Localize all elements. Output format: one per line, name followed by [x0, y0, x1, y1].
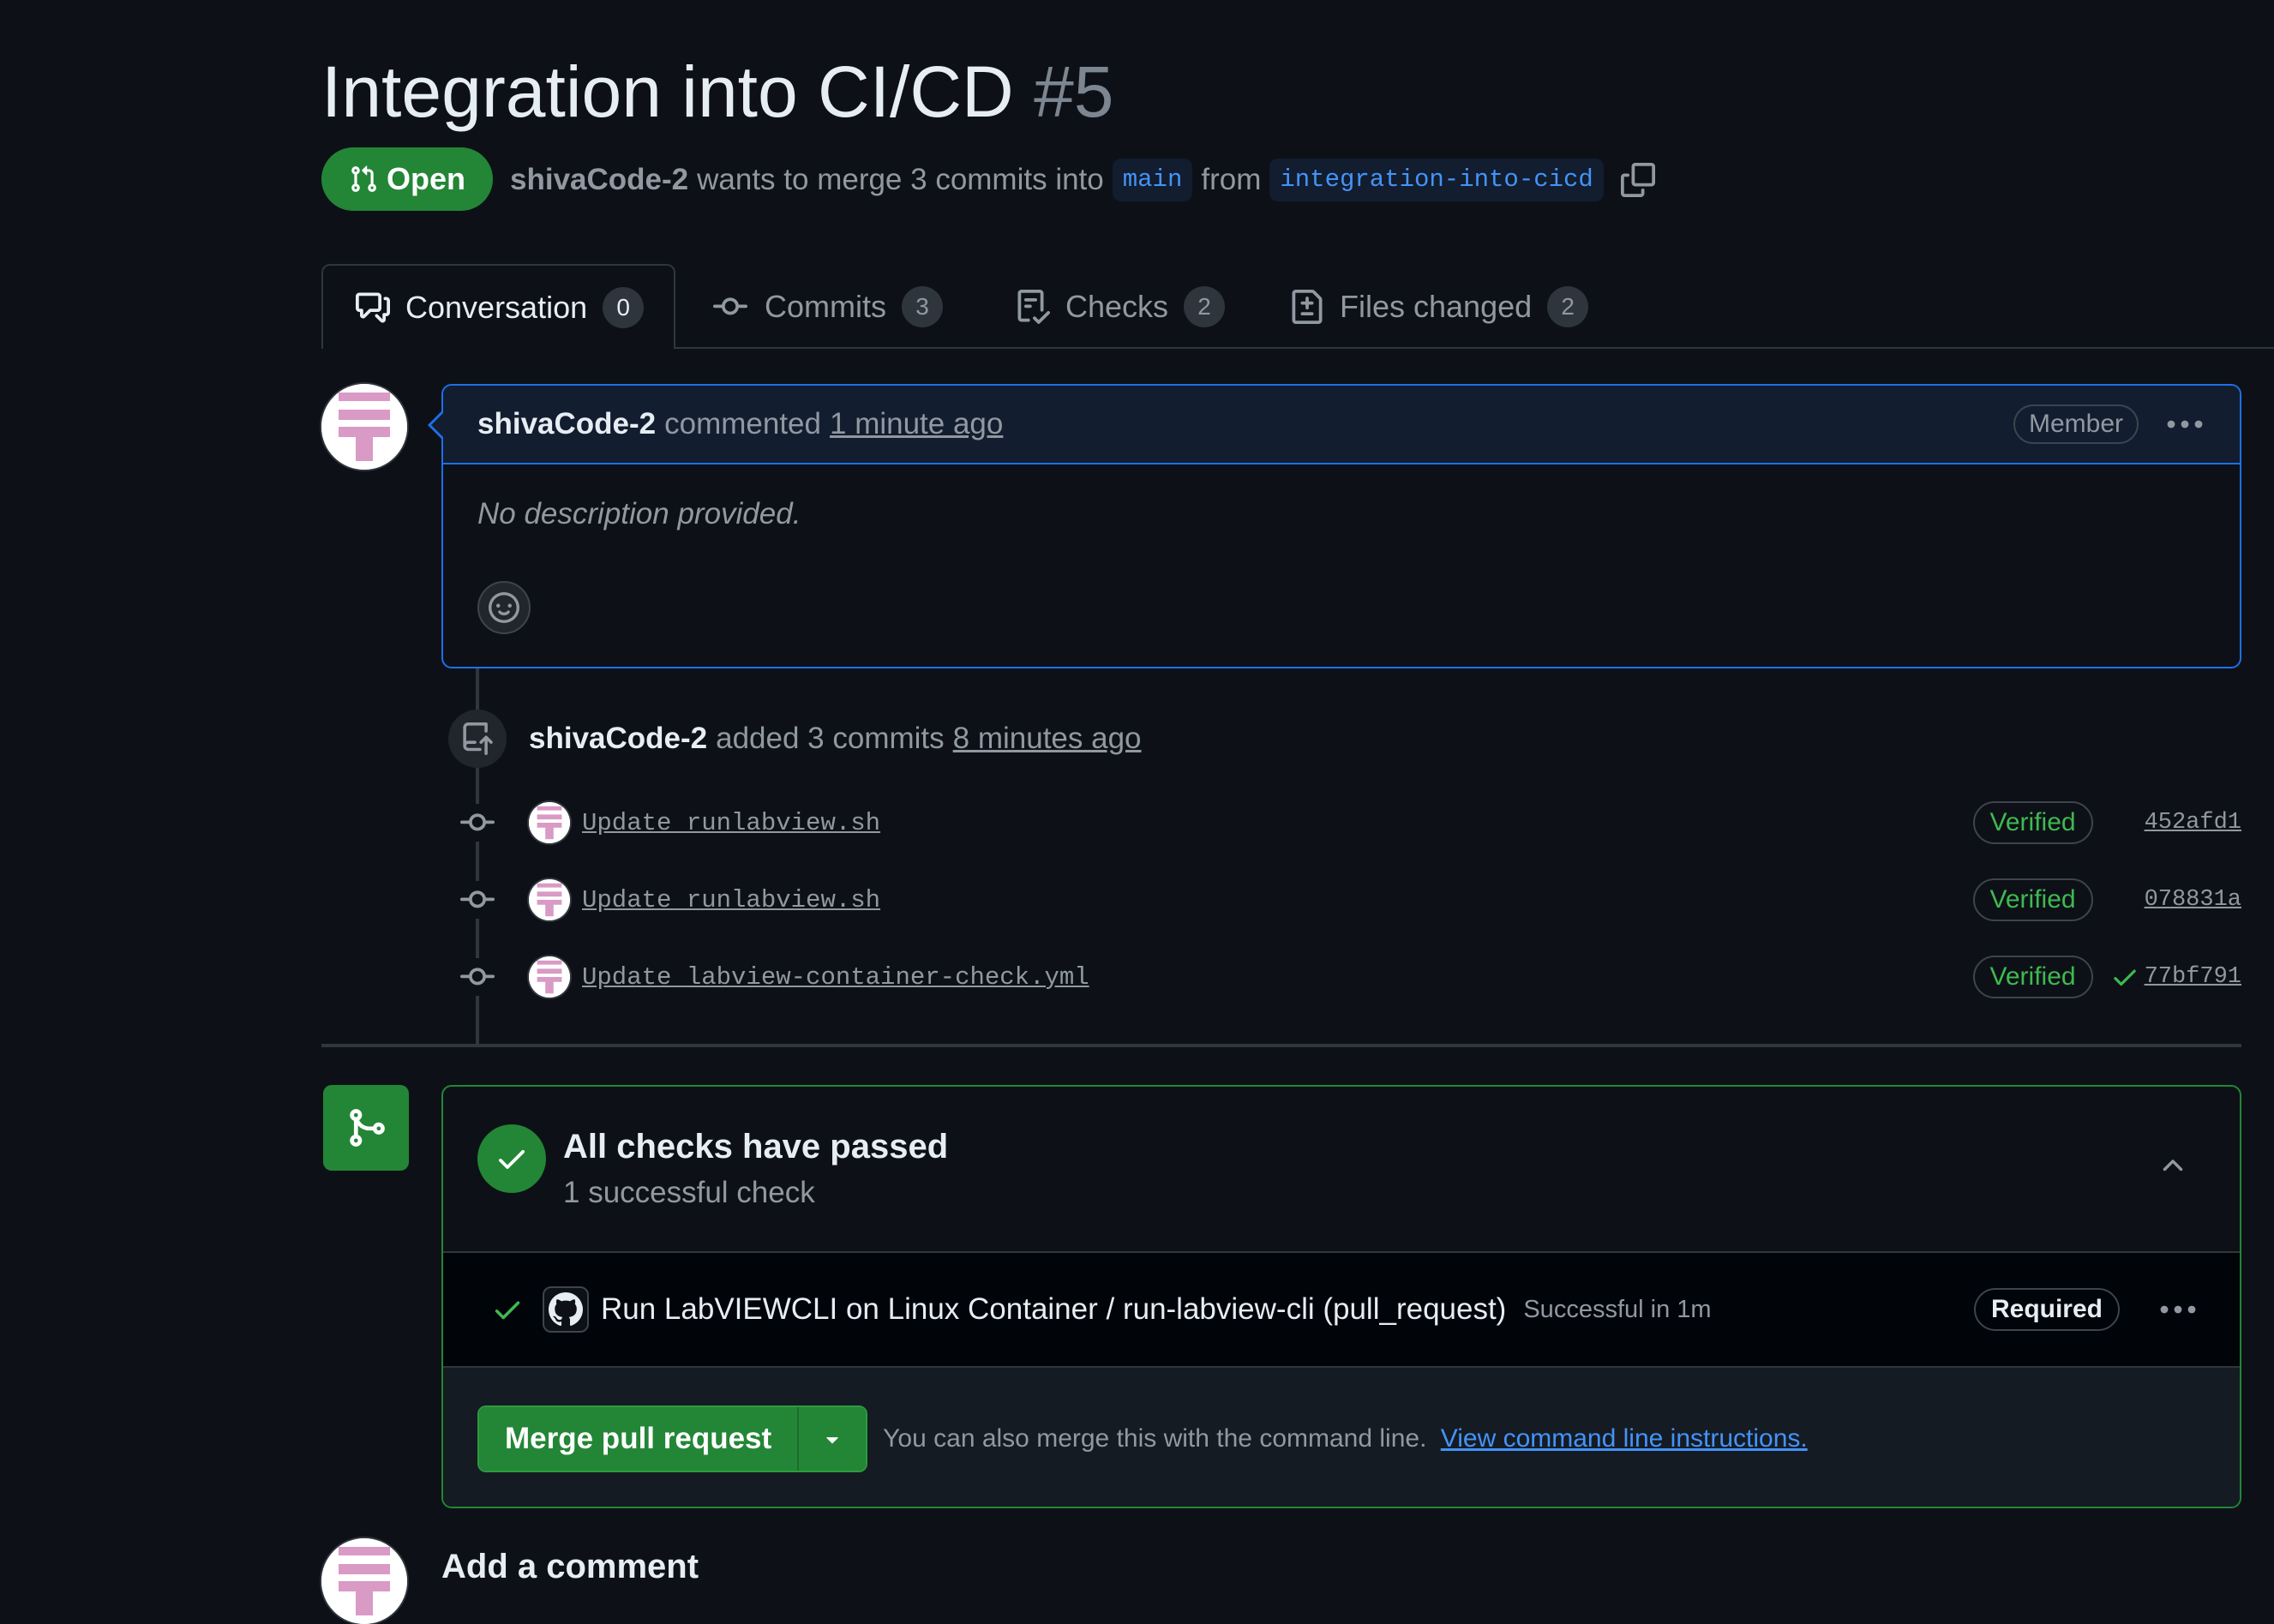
- tab-commits[interactable]: Commits 3: [711, 264, 943, 349]
- smiley-icon: [489, 592, 519, 623]
- tab-checks[interactable]: Checks 2: [1016, 264, 1226, 349]
- commit-status-check-icon[interactable]: [2105, 962, 2145, 992]
- head-branch[interactable]: integration-into-cicd: [1269, 159, 1604, 201]
- chevron-up-icon: [2157, 1150, 2188, 1181]
- collapse-checks-button[interactable]: [2157, 1150, 2188, 1181]
- commit-message-link[interactable]: Update runlabview.sh: [582, 886, 880, 914]
- merge-method-dropdown-button[interactable]: [799, 1407, 867, 1471]
- checklist-icon: [1016, 289, 1050, 324]
- tab-conversation-count: 0: [603, 286, 645, 328]
- tab-files-changed-label: Files changed: [1340, 288, 1533, 324]
- checks-subtitle: 1 successful check: [563, 1176, 815, 1209]
- tab-files-changed[interactable]: Files changed 2: [1290, 264, 1589, 349]
- tab-conversation-label: Conversation: [405, 289, 588, 325]
- commit-row: Update labview-container-check.yml Verif…: [459, 951, 2241, 1003]
- commit-row: Update runlabview.sh Verified 078831a: [459, 874, 2241, 926]
- comment-action: commented: [664, 407, 821, 440]
- check-success-icon: [491, 1293, 524, 1326]
- tab-commits-count: 3: [902, 285, 943, 327]
- tab-files-changed-count: 2: [1547, 285, 1589, 327]
- pr-title: Integration into CI/CD #5: [321, 45, 1114, 139]
- avatar[interactable]: [321, 384, 407, 470]
- avatar[interactable]: [321, 1538, 407, 1624]
- github-logo-icon: [543, 1286, 589, 1333]
- command-line-instructions-link[interactable]: View command line instructions.: [1441, 1424, 1808, 1453]
- pr-meta: shivaCode-2 wants to merge 3 commits int…: [510, 154, 1655, 206]
- commit-sha-link[interactable]: 77bf791: [2145, 964, 2241, 990]
- git-commit-icon: [459, 958, 496, 996]
- commit-sha-link[interactable]: 078831a: [2145, 887, 2241, 913]
- kebab-horizontal-icon[interactable]: [2164, 416, 2205, 433]
- pr-title-text: Integration into CI/CD: [321, 51, 1014, 132]
- git-commit-icon: [459, 804, 496, 842]
- check-circle-icon: [477, 1124, 546, 1193]
- check-run-status: Successful in 1m: [1523, 1295, 1712, 1323]
- merge-hint-text: You can also merge this with the command…: [883, 1424, 1427, 1453]
- merge-button-group: Merge pull request: [477, 1405, 868, 1472]
- triangle-down-icon: [819, 1426, 845, 1452]
- base-branch[interactable]: main: [1112, 159, 1193, 201]
- comment-author-link[interactable]: shivaCode-2: [477, 407, 656, 441]
- commit-sha-link[interactable]: 452afd1: [2145, 810, 2241, 836]
- comment-discussion-icon: [356, 291, 390, 325]
- merge-pull-request-button[interactable]: Merge pull request: [479, 1407, 800, 1471]
- timeline-break: [321, 1044, 2241, 1047]
- git-commit-icon: [459, 881, 496, 919]
- pr-state-label: Open: [386, 161, 465, 196]
- check-run-row[interactable]: Run LabVIEWCLI on Linux Container / run-…: [443, 1251, 2240, 1368]
- commit-author-avatar[interactable]: [529, 956, 570, 998]
- tab-checks-count: 2: [1184, 285, 1226, 327]
- required-badge: Required: [1973, 1288, 2120, 1331]
- merge-box: All checks have passed 1 successful chec…: [441, 1085, 2241, 1508]
- push-author-link[interactable]: shivaCode-2: [529, 722, 707, 756]
- add-reaction-button[interactable]: [477, 581, 531, 634]
- push-timestamp-link[interactable]: 8 minutes ago: [953, 722, 1142, 756]
- add-comment-title: Add a comment: [441, 1548, 699, 1585]
- commit-row: Update runlabview.sh Verified 452afd1: [459, 797, 2241, 848]
- kebab-horizontal-icon[interactable]: [2157, 1301, 2199, 1318]
- pr-merge-text: wants to merge 3 commits into: [697, 163, 1104, 196]
- push-action: added 3 commits: [716, 722, 945, 755]
- check-run-name[interactable]: Run LabVIEWCLI on Linux Container / run-…: [601, 1292, 1506, 1327]
- tab-commits-label: Commits: [765, 288, 886, 324]
- comment-header: shivaCode-2 commented 1 minute ago Membe…: [443, 386, 2240, 464]
- verified-badge[interactable]: Verified: [1972, 956, 2093, 998]
- pr-number: #5: [1034, 51, 1114, 132]
- commit-author-avatar[interactable]: [529, 802, 570, 843]
- merge-footer: Merge pull request You can also merge th…: [443, 1368, 2240, 1507]
- pr-author-link[interactable]: shivaCode-2: [510, 163, 688, 197]
- git-commit-icon: [711, 290, 749, 324]
- checks-title: All checks have passed: [563, 1128, 949, 1166]
- commit-message-link[interactable]: Update runlabview.sh: [582, 809, 880, 837]
- comment-timestamp-link[interactable]: 1 minute ago: [830, 407, 1003, 441]
- repo-push-icon: [448, 710, 507, 768]
- commit-message-link[interactable]: Update labview-container-check.yml: [582, 963, 1089, 992]
- git-pull-request-icon: [349, 163, 378, 195]
- verified-badge[interactable]: Verified: [1972, 801, 2093, 844]
- tab-checks-label: Checks: [1065, 288, 1169, 324]
- pr-state-badge: Open: [321, 147, 493, 211]
- push-event: shivaCode-2 added 3 commits 8 minutes ag…: [529, 713, 1142, 764]
- comment-box: shivaCode-2 commented 1 minute ago Membe…: [428, 384, 2241, 668]
- pr-from-text: from: [1201, 163, 1262, 196]
- merge-hint: You can also merge this with the command…: [883, 1424, 1808, 1453]
- file-diff-icon: [1290, 289, 1324, 324]
- member-badge: Member: [2013, 405, 2139, 444]
- commit-author-avatar[interactable]: [529, 879, 570, 920]
- tab-conversation[interactable]: Conversation 0: [321, 264, 675, 349]
- copy-icon[interactable]: [1620, 163, 1655, 197]
- verified-badge[interactable]: Verified: [1972, 878, 2093, 921]
- comment-body: No description provided.: [477, 497, 801, 530]
- git-merge-icon: [323, 1085, 409, 1171]
